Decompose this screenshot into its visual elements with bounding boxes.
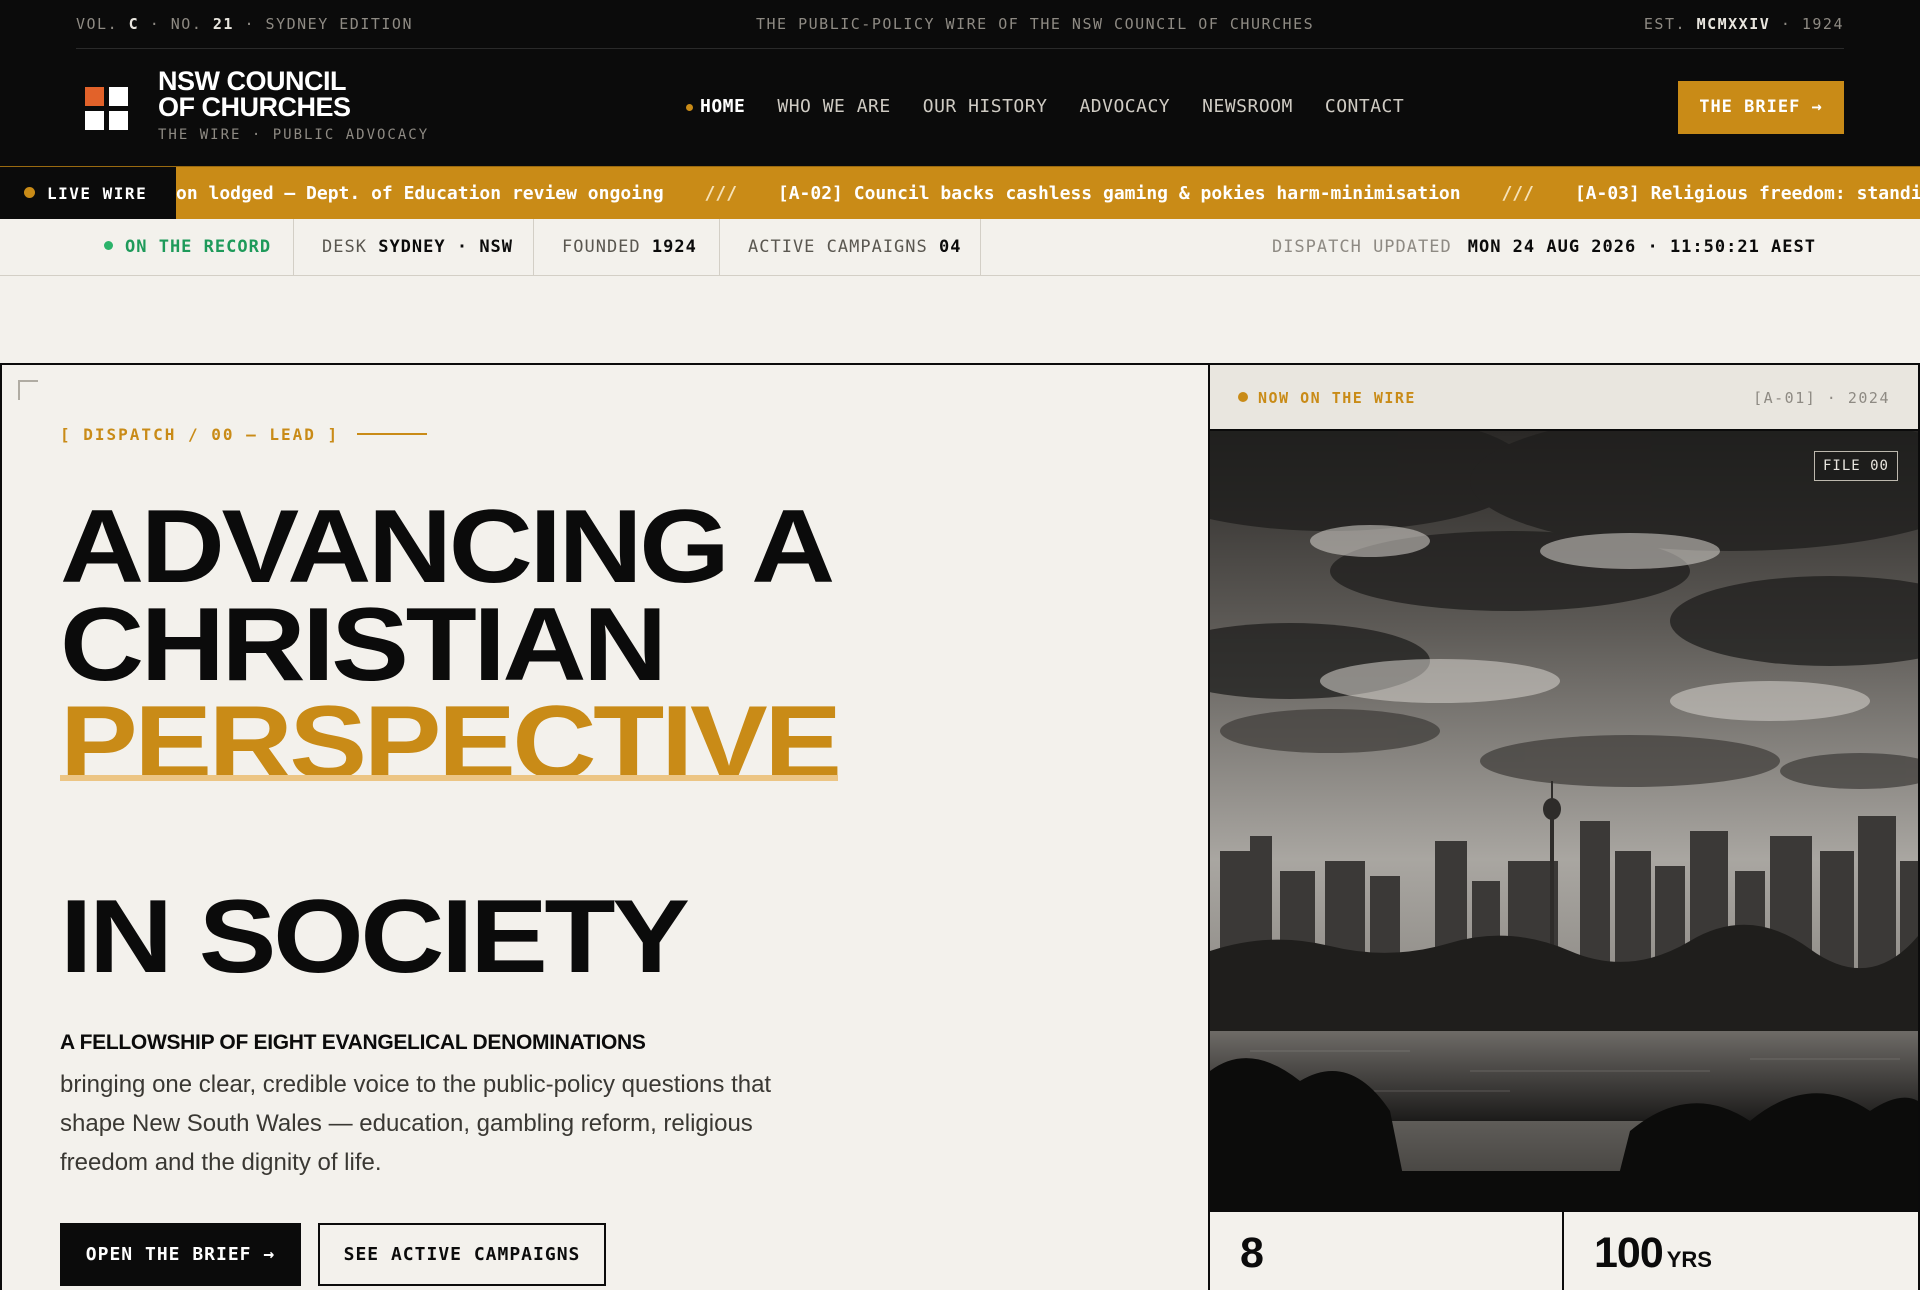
founded-label: FOUNDED: [562, 237, 641, 257]
file-tag-badge: FILE 00: [1813, 451, 1898, 481]
est-year: · 1924: [1780, 15, 1844, 33]
logo-icon[interactable]: [85, 87, 128, 130]
status-row: ON THE RECORD DESK SYDNEY · NSW FOUNDED …: [0, 219, 1920, 276]
desk-value: SYDNEY · NSW: [378, 237, 514, 257]
brand-name[interactable]: NSW COUNCIL OF CHURCHES: [158, 66, 351, 122]
updated-timestamp: MON 24 AUG 2026 · 11:50:21 AEST: [1467, 237, 1816, 257]
hero-section: [ DISPATCH / 00 — LEAD ] ADVANCING A CHR…: [0, 363, 1920, 1290]
corner-bracket-icon: [18, 380, 38, 400]
volume-info: VOL. C · NO. 21 · SYDNEY EDITION: [76, 15, 413, 33]
founded-value: 1924: [651, 237, 697, 257]
brand-name-line1: NSW COUNCIL: [158, 66, 346, 96]
nav-newsroom[interactable]: NEWSROOM: [1202, 96, 1293, 117]
hero-title-line1: ADVANCING A: [60, 489, 835, 605]
status-dot-icon: [104, 241, 113, 250]
updated-label: DISPATCH UPDATED: [1271, 237, 1452, 257]
ticker-separator: ///: [704, 183, 738, 204]
on-the-record-text: ON THE RECORD: [125, 237, 272, 257]
est-prefix: EST.: [1643, 15, 1687, 33]
vol-prefix: VOL.: [76, 15, 119, 33]
stat-years-unit: YRS: [1666, 1247, 1712, 1272]
active-campaigns-info: ACTIVE CAMPAIGNS 04: [720, 219, 981, 275]
the-brief-button[interactable]: THE BRIEF →: [1678, 81, 1844, 134]
logo-square: [85, 111, 104, 130]
nav-our-history[interactable]: OUR HISTORY: [923, 96, 1048, 117]
campaigns-value: 04: [939, 237, 962, 257]
desk-label: DESK: [322, 237, 367, 257]
wire-dot-icon: [1238, 392, 1248, 402]
dispatch-updated: DISPATCH UPDATED MON 24 AUG 2026 · 11:50:…: [1272, 219, 1816, 275]
on-the-record-badge: ON THE RECORD: [76, 219, 294, 275]
hero-description: bringing one clear, credible voice to th…: [60, 1071, 772, 1176]
live-wire-label: LIVE WIRE: [0, 167, 176, 219]
vol-number: C: [128, 15, 140, 33]
ticker-item[interactable]: on lodged — Dept. of Education review on…: [176, 183, 664, 204]
logo-square-orange: [85, 87, 104, 106]
hero-title-line4: IN SOCIETY: [60, 879, 690, 995]
founded-info: FOUNDED 1924: [534, 219, 720, 275]
masthead-tagline: THE PUBLIC-POLICY WIRE OF THE NSW COUNCI…: [756, 15, 1315, 33]
stat-years-block: 100 YRS: [1594, 1232, 1712, 1281]
dispatch-kicker: [ DISPATCH / 00 — LEAD ]: [60, 425, 428, 444]
nav-advocacy[interactable]: ADVOCACY: [1079, 96, 1170, 117]
no-prefix: · NO.: [149, 15, 203, 33]
brand-name-line2: OF CHURCHES: [158, 92, 351, 122]
masthead-bar: VOL. C · NO. 21 · SYDNEY EDITION THE PUB…: [76, 0, 1844, 49]
file-reference: [A-01] · 2024: [1753, 389, 1890, 407]
see-active-campaigns-button[interactable]: SEE ACTIVE CAMPAIGNS: [318, 1223, 606, 1286]
now-on-wire-label: NOW ON THE WIRE: [1238, 389, 1416, 407]
nav-home[interactable]: HOME: [686, 96, 745, 117]
hero-lead: [ DISPATCH / 00 — LEAD ] ADVANCING A CHR…: [0, 365, 1210, 1290]
desk-info: DESK SYDNEY · NSW: [294, 219, 534, 275]
highlight-underline: [60, 775, 838, 781]
ticker-item[interactable]: [A-03] Religious freedom: standing: [1575, 183, 1920, 204]
now-on-the-wire-panel: NOW ON THE WIRE [A-01] · 2024 FILE 00 8 …: [1208, 365, 1920, 1290]
stat-denominations-value: 8: [1240, 1229, 1264, 1277]
live-wire-ticker: LIVE WIRE on lodged — Dept. of Education…: [0, 166, 1920, 219]
issue-number: 21: [212, 15, 234, 33]
hero-title-line2: CHRISTIAN: [60, 587, 667, 703]
main-nav: HOME WHO WE ARE OUR HISTORY ADVOCACY NEW…: [686, 96, 1436, 117]
stat-years: 100 YRS: [1564, 1212, 1918, 1290]
est-roman: MCMXXIV: [1696, 15, 1771, 33]
wire-panel-header: NOW ON THE WIRE [A-01] · 2024: [1210, 365, 1918, 431]
now-on-wire-text: NOW ON THE WIRE: [1258, 389, 1416, 407]
campaigns-label: ACTIVE CAMPAIGNS: [748, 237, 928, 257]
live-dot-icon: [24, 187, 35, 198]
site-header: VOL. C · NO. 21 · SYDNEY EDITION THE PUB…: [0, 0, 1920, 166]
nav-contact[interactable]: CONTACT: [1325, 96, 1404, 117]
brand-tagline: THE WIRE · PUBLIC ADVOCACY: [158, 127, 430, 143]
kicker-rule: [357, 433, 428, 435]
dispatch-kicker-text: [ DISPATCH / 00 — LEAD ]: [60, 425, 340, 444]
edition-label: · SYDNEY EDITION: [244, 15, 413, 33]
ticker-item[interactable]: [A-02] Council backs cashless gaming & p…: [778, 183, 1461, 204]
skyline-illustration: [1210, 431, 1918, 1210]
live-wire-text: LIVE WIRE: [47, 184, 148, 203]
sydney-skyline-photo[interactable]: FILE 00: [1210, 431, 1918, 1210]
stat-denominations: 8: [1210, 1212, 1564, 1290]
stats-row: 8 100 YRS: [1210, 1210, 1918, 1290]
ticker-track: on lodged — Dept. of Education review on…: [176, 167, 1920, 219]
open-the-brief-button[interactable]: OPEN THE BRIEF →: [60, 1223, 301, 1286]
nav-who-we-are[interactable]: WHO WE ARE: [777, 96, 890, 117]
established-info: EST. MCMXXIV · 1924: [1644, 15, 1844, 33]
logo-square: [109, 111, 128, 130]
ticker-separator: ///: [1501, 183, 1534, 204]
logo-square: [109, 87, 128, 106]
stat-years-value: 100: [1594, 1229, 1664, 1277]
hero-subheading: A FELLOWSHIP OF EIGHT EVANGELICAL DENOMI…: [60, 1031, 646, 1054]
